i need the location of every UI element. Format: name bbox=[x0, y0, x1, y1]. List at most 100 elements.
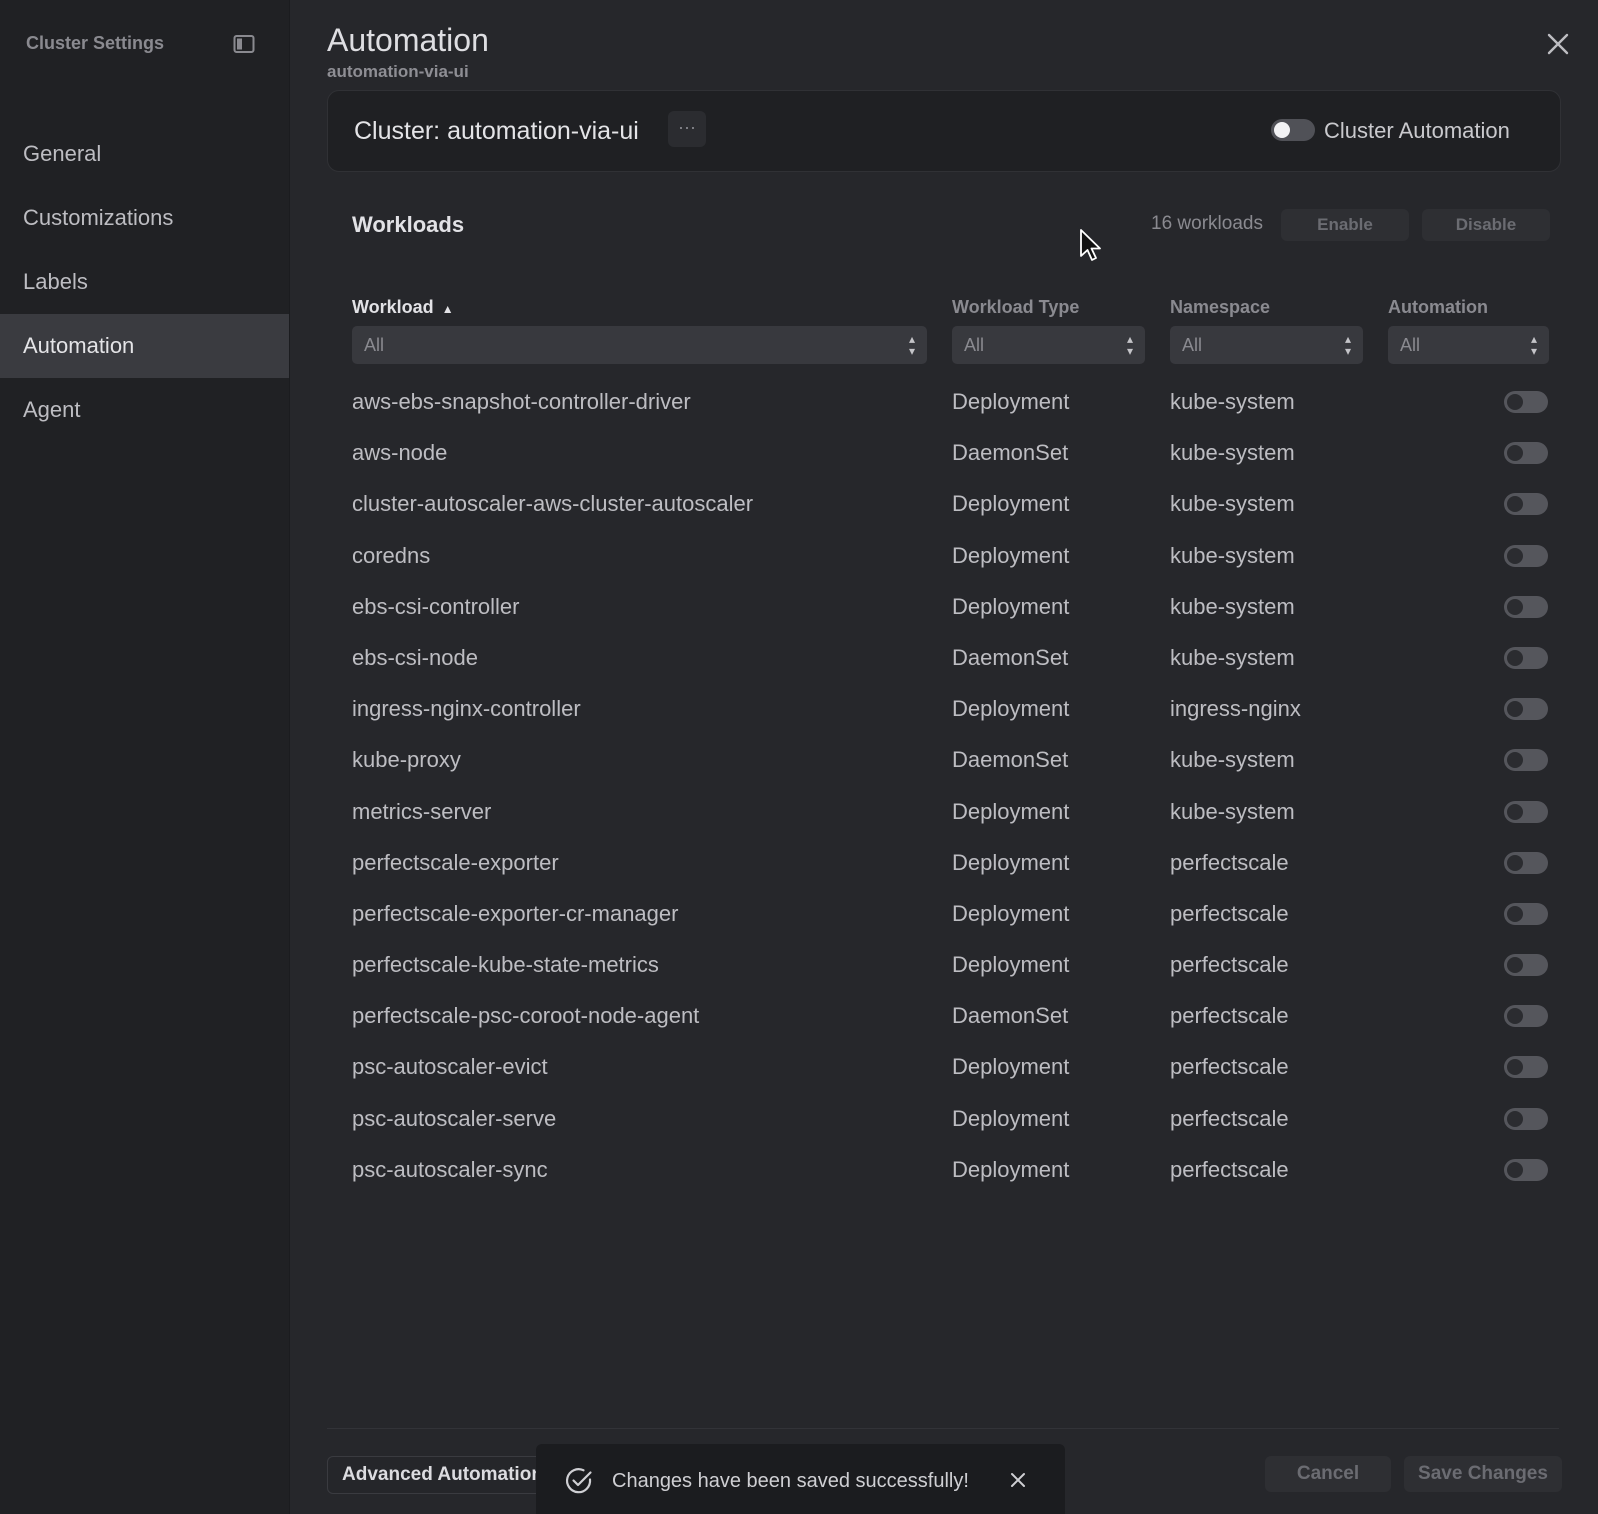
disable-button[interactable]: Disable bbox=[1422, 209, 1550, 241]
table-row: psc-autoscaler-serve Deployment perfectsca… bbox=[352, 1094, 1582, 1145]
workload-automation-toggle[interactable] bbox=[1504, 851, 1548, 874]
automation-filter-value: All bbox=[1400, 335, 1421, 355]
workload-name: aws-node bbox=[352, 440, 448, 466]
page-title: Automation bbox=[327, 22, 489, 58]
table-row: ebs-csi-controller Deployment kube-system bbox=[352, 582, 1582, 633]
toggle-knob bbox=[1507, 1008, 1523, 1025]
save-changes-button[interactable]: Save Changes bbox=[1404, 1456, 1562, 1492]
advanced-automation-button[interactable]: Advanced Automation bbox=[327, 1456, 558, 1494]
table-row: kube-proxy DaemonSet kube-system bbox=[352, 735, 1582, 786]
toggle-knob bbox=[1507, 598, 1523, 615]
workload-automation-toggle[interactable] bbox=[1504, 1005, 1548, 1028]
sort-icon[interactable]: ▲︎ bbox=[442, 302, 454, 316]
workload-name: ebs-csi-controller bbox=[352, 593, 520, 619]
table-row: ingress-nginx-controller Deployment ingres… bbox=[352, 684, 1582, 735]
workload-automation-toggle[interactable] bbox=[1504, 1056, 1548, 1079]
workload-automation-toggle[interactable] bbox=[1504, 442, 1548, 465]
close-icon[interactable] bbox=[1008, 1470, 1028, 1490]
sidebar-item-automation[interactable]: Automation bbox=[0, 314, 289, 378]
workload-automation-toggle[interactable] bbox=[1504, 595, 1548, 618]
workload-automation-toggle[interactable] bbox=[1504, 391, 1548, 413]
workload-namespace: kube-system bbox=[1170, 491, 1295, 517]
workload-namespace: kube-system bbox=[1170, 440, 1295, 466]
workload-name: psc-autoscaler-evict bbox=[352, 1054, 548, 1080]
table-row: metrics-server Deployment kube-system bbox=[352, 787, 1582, 838]
workload-namespace: perfectscale bbox=[1170, 952, 1289, 978]
sidebar-item-labels[interactable]: Labels bbox=[0, 250, 289, 314]
workload-name: psc-autoscaler-sync bbox=[352, 1156, 548, 1182]
cancel-button[interactable]: Cancel bbox=[1265, 1456, 1391, 1492]
toggle-knob bbox=[1274, 122, 1290, 138]
workload-type: Deployment bbox=[952, 1054, 1070, 1080]
workload-type: DaemonSet bbox=[952, 440, 1069, 466]
workload-name: coredns bbox=[352, 542, 431, 568]
automation-filter-select[interactable]: All ▴ ▾ bbox=[1388, 326, 1549, 364]
workload-automation-toggle[interactable] bbox=[1504, 493, 1548, 516]
toggle-knob bbox=[1507, 1161, 1523, 1178]
select-arrows-icon: ▴ ▾ bbox=[1530, 332, 1537, 358]
workload-type: DaemonSet bbox=[952, 747, 1069, 773]
toggle-knob bbox=[1507, 803, 1523, 820]
workload-name: perfectscale-kube-state-metrics bbox=[352, 952, 659, 978]
sidebar-title: Cluster Settings bbox=[26, 33, 165, 53]
workload-namespace: ingress-nginx bbox=[1170, 696, 1301, 722]
workload-type: DaemonSet bbox=[952, 1003, 1069, 1029]
toggle-knob bbox=[1507, 905, 1523, 922]
enable-button[interactable]: Enable bbox=[1281, 209, 1409, 241]
workload-name: metrics-server bbox=[352, 798, 492, 824]
table-row: psc-autoscaler-sync Deployment perfectscal… bbox=[352, 1145, 1582, 1196]
column-header-namespace: Namespace bbox=[1170, 297, 1271, 317]
workload-namespace: kube-system bbox=[1170, 644, 1295, 670]
table-row: coredns Deployment kube-system bbox=[352, 531, 1582, 582]
check-circle-icon bbox=[566, 1468, 592, 1494]
workload-namespace: kube-system bbox=[1170, 593, 1295, 619]
workload-table-body: aws-ebs-snapshot-controller-driver Deploy… bbox=[352, 377, 1582, 1196]
workload-automation-toggle[interactable] bbox=[1504, 1107, 1548, 1130]
more-options-button[interactable]: ··· bbox=[668, 111, 706, 147]
workload-automation-toggle[interactable] bbox=[1504, 749, 1548, 772]
workload-namespace: perfectscale bbox=[1170, 900, 1289, 926]
select-arrows-icon: ▴ ▾ bbox=[1344, 332, 1351, 358]
workload-automation-toggle[interactable] bbox=[1504, 1158, 1548, 1181]
workload-name: kube-proxy bbox=[352, 747, 461, 773]
table-row: perfectscale-exporter Deployment perfectsc… bbox=[352, 838, 1582, 889]
namespace-filter-select[interactable]: All ▴ ▾ bbox=[1170, 326, 1363, 364]
table-row: aws-node DaemonSet kube-system bbox=[352, 428, 1582, 479]
workload-automation-toggle[interactable] bbox=[1504, 698, 1548, 721]
sidebar-item-customizations[interactable]: Customizations bbox=[0, 186, 289, 250]
column-header-workload[interactable]: Workload ▲︎ bbox=[352, 297, 454, 318]
workload-type: Deployment bbox=[952, 593, 1070, 619]
toggle-knob bbox=[1507, 394, 1523, 410]
cluster-automation-toggle[interactable] bbox=[1271, 119, 1315, 141]
select-arrows-icon: ▴ ▾ bbox=[1126, 332, 1133, 358]
workload-type: Deployment bbox=[952, 1156, 1070, 1182]
toggle-knob bbox=[1507, 547, 1523, 564]
workload-type: Deployment bbox=[952, 849, 1070, 875]
workload-type: Deployment bbox=[952, 696, 1070, 722]
workload-automation-toggle[interactable] bbox=[1504, 544, 1548, 567]
workload-type-filter-select[interactable]: All ▴ ▾ bbox=[952, 326, 1145, 364]
sidebar-item-agent[interactable]: Agent bbox=[0, 378, 289, 442]
toast-message: Changes have been saved successfully! bbox=[612, 1470, 969, 1492]
column-header-automation: Automation bbox=[1388, 297, 1488, 317]
table-row: perfectscale-exporter-cr-manager Deployme… bbox=[352, 889, 1582, 940]
workload-name: psc-autoscaler-serve bbox=[352, 1105, 557, 1131]
workload-type: Deployment bbox=[952, 389, 1070, 414]
toggle-knob bbox=[1507, 957, 1523, 974]
page-subtitle: automation-via-ui bbox=[327, 62, 469, 81]
workload-filter-select[interactable]: All ▴ ▾ bbox=[352, 326, 927, 364]
toggle-knob bbox=[1507, 445, 1523, 462]
close-icon[interactable] bbox=[1544, 30, 1572, 58]
sidebar-item-general[interactable]: General bbox=[0, 122, 289, 186]
workload-automation-toggle[interactable] bbox=[1504, 954, 1548, 977]
footer-divider bbox=[327, 1428, 1559, 1429]
workload-name: perfectscale-exporter bbox=[352, 849, 559, 875]
workload-namespace: kube-system bbox=[1170, 798, 1295, 824]
workload-automation-toggle[interactable] bbox=[1504, 646, 1548, 669]
workload-name: perfectscale-exporter-cr-manager bbox=[352, 900, 679, 926]
workload-automation-toggle[interactable] bbox=[1504, 902, 1548, 925]
table-row: perfectscale-psc-coroot-node-agent Daemon… bbox=[352, 991, 1582, 1042]
sidebar-collapse-icon[interactable] bbox=[233, 34, 255, 54]
main-panel: Automation automation-via-ui Cluster: au… bbox=[289, 0, 1598, 1514]
workload-automation-toggle[interactable] bbox=[1504, 800, 1548, 823]
